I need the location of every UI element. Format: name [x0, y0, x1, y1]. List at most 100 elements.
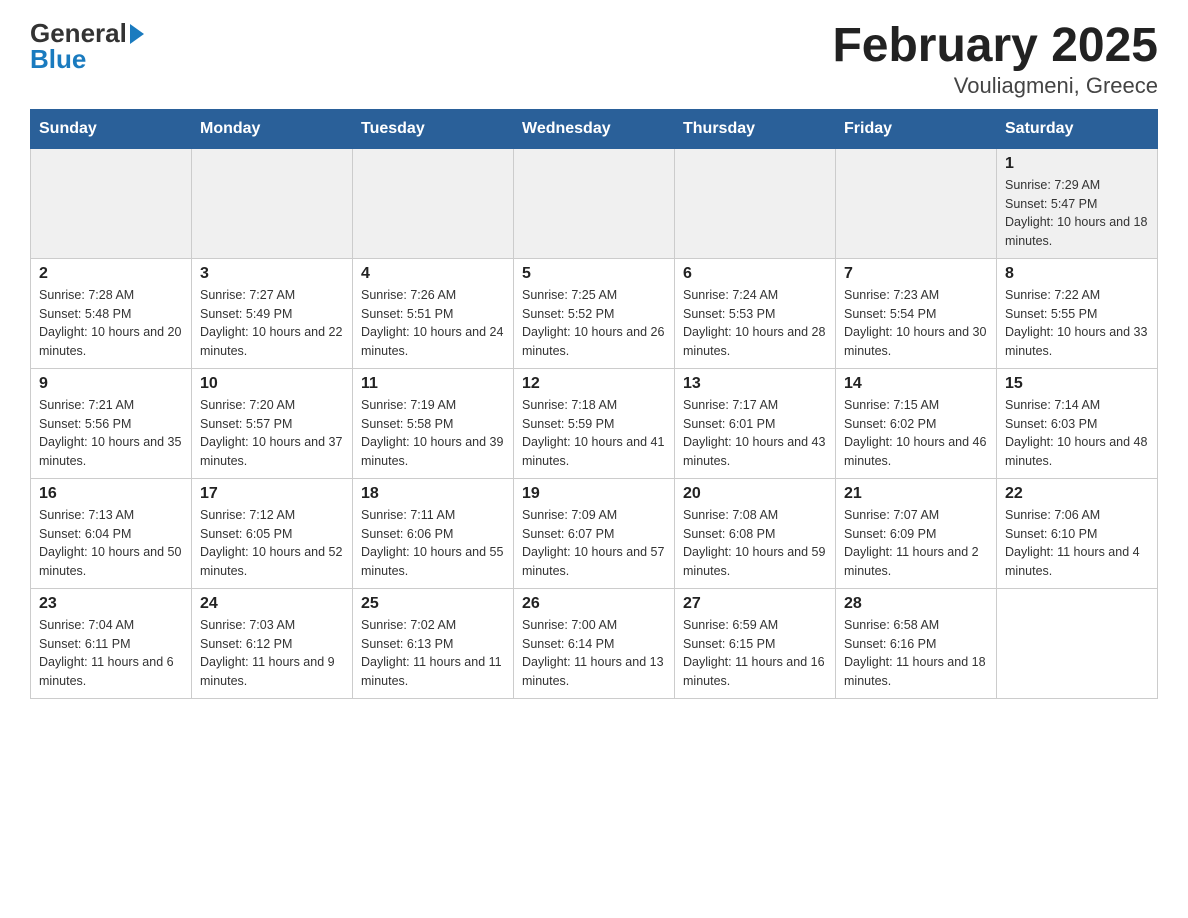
day-number: 19	[522, 485, 666, 503]
col-header-sunday: Sunday	[31, 109, 192, 148]
day-info: Sunrise: 7:27 AMSunset: 5:49 PMDaylight:…	[200, 286, 344, 361]
col-header-thursday: Thursday	[675, 109, 836, 148]
day-info: Sunrise: 7:21 AMSunset: 5:56 PMDaylight:…	[39, 396, 183, 471]
day-number: 9	[39, 375, 183, 393]
day-number: 22	[1005, 485, 1149, 503]
calendar-cell: 7 Sunrise: 7:23 AMSunset: 5:54 PMDaylight…	[836, 258, 997, 368]
day-number: 21	[844, 485, 988, 503]
calendar-cell: 28Sunrise: 6:58 AMSunset: 6:16 PMDayligh…	[836, 588, 997, 698]
day-number: 8	[1005, 265, 1149, 283]
day-info: Sunrise: 6:59 AMSunset: 6:15 PMDaylight:…	[683, 616, 827, 691]
logo: General Blue	[30, 20, 144, 72]
day-info: Sunrise: 7:17 AMSunset: 6:01 PMDaylight:…	[683, 396, 827, 471]
day-number: 12	[522, 375, 666, 393]
day-info: Sunrise: 6:58 AMSunset: 6:16 PMDaylight:…	[844, 616, 988, 691]
col-header-monday: Monday	[192, 109, 353, 148]
day-info: Sunrise: 7:08 AMSunset: 6:08 PMDaylight:…	[683, 506, 827, 581]
day-number: 5	[522, 265, 666, 283]
calendar-cell: 27 Sunrise: 6:59 AMSunset: 6:15 PMDayligh…	[675, 588, 836, 698]
calendar-cell: 9 Sunrise: 7:21 AMSunset: 5:56 PMDaylight…	[31, 368, 192, 478]
calendar-cell: 24 Sunrise: 7:03 AMSunset: 6:12 PMDayligh…	[192, 588, 353, 698]
col-header-saturday: Saturday	[997, 109, 1158, 148]
calendar-week-row: 1 Sunrise: 7:29 AMSunset: 5:47 PMDaylight…	[31, 148, 1158, 258]
day-info: Sunrise: 7:13 AMSunset: 6:04 PMDaylight:…	[39, 506, 183, 581]
calendar-cell: 22 Sunrise: 7:06 AMSunset: 6:10 PMDayligh…	[997, 478, 1158, 588]
calendar-cell: 14 Sunrise: 7:15 AMSunset: 6:02 PMDayligh…	[836, 368, 997, 478]
day-info: Sunrise: 7:00 AMSunset: 6:14 PMDaylight:…	[522, 616, 666, 691]
day-number: 14	[844, 375, 988, 393]
calendar-cell: 8Sunrise: 7:22 AMSunset: 5:55 PMDaylight…	[997, 258, 1158, 368]
calendar-cell	[514, 148, 675, 258]
day-info: Sunrise: 7:11 AMSunset: 6:06 PMDaylight:…	[361, 506, 505, 581]
day-number: 6	[683, 265, 827, 283]
day-number: 13	[683, 375, 827, 393]
day-number: 11	[361, 375, 505, 393]
calendar-cell: 4Sunrise: 7:26 AMSunset: 5:51 PMDaylight…	[353, 258, 514, 368]
day-number: 18	[361, 485, 505, 503]
calendar-cell	[192, 148, 353, 258]
day-info: Sunrise: 7:20 AMSunset: 5:57 PMDaylight:…	[200, 396, 344, 471]
day-info: Sunrise: 7:06 AMSunset: 6:10 PMDaylight:…	[1005, 506, 1149, 581]
calendar-cell: 15 Sunrise: 7:14 AMSunset: 6:03 PMDayligh…	[997, 368, 1158, 478]
logo-blue-text: Blue	[30, 46, 86, 72]
day-number: 16	[39, 485, 183, 503]
day-info: Sunrise: 7:15 AMSunset: 6:02 PMDaylight:…	[844, 396, 988, 471]
calendar-cell: 26 Sunrise: 7:00 AMSunset: 6:14 PMDayligh…	[514, 588, 675, 698]
calendar-cell: 5Sunrise: 7:25 AMSunset: 5:52 PMDaylight…	[514, 258, 675, 368]
calendar-cell	[836, 148, 997, 258]
calendar-cell: 16 Sunrise: 7:13 AMSunset: 6:04 PMDayligh…	[31, 478, 192, 588]
day-number: 15	[1005, 375, 1149, 393]
day-number: 17	[200, 485, 344, 503]
logo-arrow-icon	[130, 24, 144, 44]
calendar-cell	[31, 148, 192, 258]
day-info: Sunrise: 7:18 AMSunset: 5:59 PMDaylight:…	[522, 396, 666, 471]
day-info: Sunrise: 7:19 AMSunset: 5:58 PMDaylight:…	[361, 396, 505, 471]
calendar-cell	[353, 148, 514, 258]
day-number: 24	[200, 595, 344, 613]
calendar-cell: 19Sunrise: 7:09 AMSunset: 6:07 PMDayligh…	[514, 478, 675, 588]
calendar-cell: 23 Sunrise: 7:04 AMSunset: 6:11 PMDayligh…	[31, 588, 192, 698]
calendar-cell: 12 Sunrise: 7:18 AMSunset: 5:59 PMDayligh…	[514, 368, 675, 478]
day-info: Sunrise: 7:02 AMSunset: 6:13 PMDaylight:…	[361, 616, 505, 691]
calendar-cell	[675, 148, 836, 258]
calendar-week-row: 16 Sunrise: 7:13 AMSunset: 6:04 PMDayligh…	[31, 478, 1158, 588]
day-number: 23	[39, 595, 183, 613]
calendar-cell: 13 Sunrise: 7:17 AMSunset: 6:01 PMDayligh…	[675, 368, 836, 478]
day-number: 2	[39, 265, 183, 283]
day-number: 27	[683, 595, 827, 613]
day-number: 20	[683, 485, 827, 503]
title-block: February 2025 Vouliagmeni, Greece	[832, 20, 1158, 99]
calendar-cell: 20 Sunrise: 7:08 AMSunset: 6:08 PMDayligh…	[675, 478, 836, 588]
calendar-week-row: 2 Sunrise: 7:28 AMSunset: 5:48 PMDaylight…	[31, 258, 1158, 368]
day-number: 1	[1005, 155, 1149, 173]
day-info: Sunrise: 7:28 AMSunset: 5:48 PMDaylight:…	[39, 286, 183, 361]
day-info: Sunrise: 7:23 AMSunset: 5:54 PMDaylight:…	[844, 286, 988, 361]
col-header-friday: Friday	[836, 109, 997, 148]
col-header-wednesday: Wednesday	[514, 109, 675, 148]
col-header-tuesday: Tuesday	[353, 109, 514, 148]
day-info: Sunrise: 7:24 AMSunset: 5:53 PMDaylight:…	[683, 286, 827, 361]
day-number: 4	[361, 265, 505, 283]
calendar-cell: 10Sunrise: 7:20 AMSunset: 5:57 PMDayligh…	[192, 368, 353, 478]
calendar-cell: 25 Sunrise: 7:02 AMSunset: 6:13 PMDayligh…	[353, 588, 514, 698]
day-info: Sunrise: 7:03 AMSunset: 6:12 PMDaylight:…	[200, 616, 344, 691]
day-number: 7	[844, 265, 988, 283]
day-number: 3	[200, 265, 344, 283]
calendar-header-row: SundayMondayTuesdayWednesdayThursdayFrid…	[31, 109, 1158, 148]
page-subtitle: Vouliagmeni, Greece	[832, 73, 1158, 99]
day-info: Sunrise: 7:29 AMSunset: 5:47 PMDaylight:…	[1005, 176, 1149, 251]
calendar-cell: 1 Sunrise: 7:29 AMSunset: 5:47 PMDaylight…	[997, 148, 1158, 258]
day-info: Sunrise: 7:12 AMSunset: 6:05 PMDaylight:…	[200, 506, 344, 581]
day-info: Sunrise: 7:07 AMSunset: 6:09 PMDaylight:…	[844, 506, 988, 581]
calendar-cell: 21 Sunrise: 7:07 AMSunset: 6:09 PMDayligh…	[836, 478, 997, 588]
day-info: Sunrise: 7:14 AMSunset: 6:03 PMDaylight:…	[1005, 396, 1149, 471]
calendar-cell: 17 Sunrise: 7:12 AMSunset: 6:05 PMDayligh…	[192, 478, 353, 588]
page-title: February 2025	[832, 20, 1158, 73]
calendar-cell: 3 Sunrise: 7:27 AMSunset: 5:49 PMDaylight…	[192, 258, 353, 368]
page-header: General Blue February 2025 Vouliagmeni, …	[30, 20, 1158, 99]
day-info: Sunrise: 7:04 AMSunset: 6:11 PMDaylight:…	[39, 616, 183, 691]
calendar-cell: 6 Sunrise: 7:24 AMSunset: 5:53 PMDaylight…	[675, 258, 836, 368]
day-number: 26	[522, 595, 666, 613]
calendar-week-row: 23 Sunrise: 7:04 AMSunset: 6:11 PMDayligh…	[31, 588, 1158, 698]
day-number: 25	[361, 595, 505, 613]
